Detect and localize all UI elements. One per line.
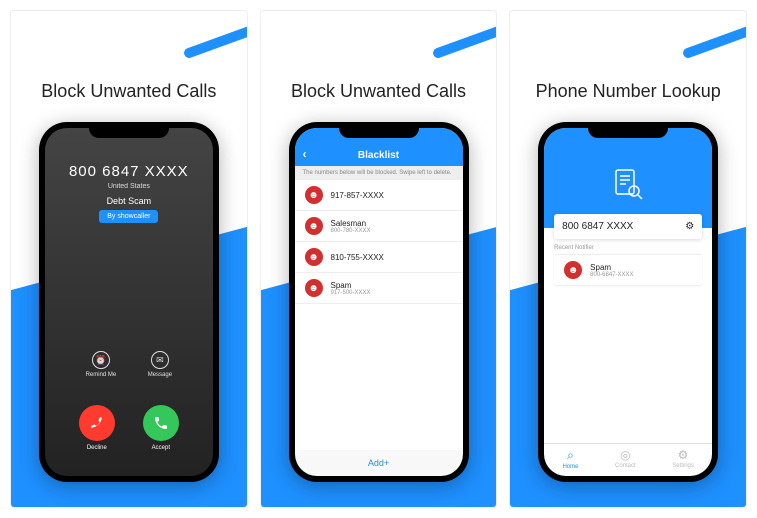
lookup-header bbox=[544, 128, 712, 228]
gear-icon: ⚙ bbox=[678, 448, 689, 462]
accent-stripe bbox=[432, 23, 497, 60]
hint-text: The numbers below will be blocked. Swipe… bbox=[295, 166, 463, 180]
phone-frame: 800 6847 XXXX United States Debt Scam By… bbox=[39, 122, 219, 482]
document-search-icon bbox=[613, 168, 643, 202]
block-icon: ☻ bbox=[305, 279, 323, 297]
add-button[interactable]: Add+ bbox=[295, 450, 463, 476]
promo-panel-1: Block Unwanted Calls 800 6847 XXXX Unite… bbox=[10, 10, 248, 508]
phone-notch bbox=[339, 122, 419, 138]
nav-title: Blacklist bbox=[358, 150, 399, 161]
blacklist-list[interactable]: ☻ 917-857-XXXX ☻ Salesman 800-780-XXXX ☻ bbox=[295, 180, 463, 450]
caller-id-badge[interactable]: By showcaller bbox=[99, 210, 158, 223]
gear-icon[interactable]: ⚙ bbox=[685, 221, 694, 232]
block-icon: ☻ bbox=[305, 217, 323, 235]
panel-title: Block Unwanted Calls bbox=[41, 81, 216, 102]
list-item[interactable]: ☻ Spam 917-500-XXXX bbox=[295, 273, 463, 304]
tab-home[interactable]: ⌕ Home bbox=[562, 448, 578, 470]
phone-frame: 800 6847 XXXX ⚙ Recent Notifier ☻ Spam 8… bbox=[538, 122, 718, 482]
tab-contact[interactable]: ◎ Contact bbox=[615, 448, 636, 470]
accept-button[interactable]: Accept bbox=[143, 405, 179, 451]
phone-notch bbox=[588, 122, 668, 138]
result-row[interactable]: ☻ Spam 800-6847-XXXX bbox=[554, 254, 702, 286]
phone-notch bbox=[89, 122, 169, 138]
incoming-location: United States bbox=[108, 183, 150, 190]
accent-stripe bbox=[182, 23, 247, 60]
search-query: 800 6847 XXXX bbox=[562, 221, 633, 232]
phone-down-icon bbox=[79, 405, 115, 441]
tab-settings[interactable]: ⚙ Settings bbox=[672, 448, 694, 470]
decline-button[interactable]: Decline bbox=[79, 405, 115, 451]
shield-icon: ◎ bbox=[620, 448, 630, 462]
message-icon: ✉ bbox=[151, 351, 169, 369]
search-icon: ⌕ bbox=[567, 448, 574, 463]
message-button[interactable]: ✉ Message bbox=[148, 351, 172, 378]
section-header: Recent Notifier bbox=[544, 239, 712, 254]
tab-bar: ⌕ Home ◎ Contact ⚙ Settings bbox=[544, 443, 712, 476]
block-icon: ☻ bbox=[305, 248, 323, 266]
promo-panel-2: Block Unwanted Calls ‹ Blacklist The num… bbox=[260, 10, 498, 508]
alarm-icon: ⏰ bbox=[92, 351, 110, 369]
panel-title: Block Unwanted Calls bbox=[291, 81, 466, 102]
block-icon: ☻ bbox=[305, 186, 323, 204]
search-input[interactable]: 800 6847 XXXX ⚙ bbox=[554, 214, 702, 239]
incoming-number: 800 6847 XXXX bbox=[69, 163, 189, 180]
call-screen: 800 6847 XXXX United States Debt Scam By… bbox=[45, 128, 213, 476]
spam-icon: ☻ bbox=[564, 261, 582, 279]
lookup-screen: 800 6847 XXXX ⚙ Recent Notifier ☻ Spam 8… bbox=[544, 128, 712, 476]
incoming-tag: Debt Scam bbox=[107, 196, 152, 206]
list-item[interactable]: ☻ 917-857-XXXX bbox=[295, 180, 463, 211]
back-button[interactable]: ‹ bbox=[303, 147, 307, 161]
remind-me-button[interactable]: ⏰ Remind Me bbox=[86, 351, 117, 378]
blacklist-screen: ‹ Blacklist The numbers below will be bl… bbox=[295, 128, 463, 476]
list-item[interactable]: ☻ 810-755-XXXX bbox=[295, 242, 463, 273]
panel-title: Phone Number Lookup bbox=[536, 81, 721, 102]
phone-frame: ‹ Blacklist The numbers below will be bl… bbox=[289, 122, 469, 482]
phone-icon bbox=[143, 405, 179, 441]
accent-stripe bbox=[682, 23, 747, 60]
promo-panel-3: Phone Number Lookup 800 6847 XXXX ⚙ bbox=[509, 10, 747, 508]
list-item[interactable]: ☻ Salesman 800-780-XXXX bbox=[295, 211, 463, 242]
